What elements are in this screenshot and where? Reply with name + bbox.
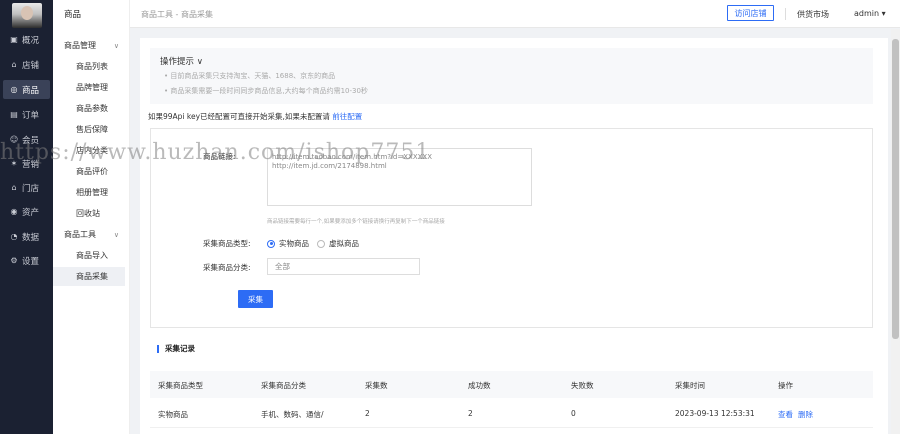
col-category: 采集商品分类 xyxy=(261,381,306,390)
go-config-link[interactable]: 前往配置 xyxy=(332,112,362,121)
rail-item-label: 设置 xyxy=(22,256,40,267)
page-scrollbar[interactable] xyxy=(891,29,900,434)
sidebar-item-params[interactable]: 商品参数 xyxy=(53,99,125,118)
chevron-down-icon: ∨ xyxy=(113,41,119,50)
rail-item-label: 概况 xyxy=(22,35,40,46)
sidebar-item-album[interactable]: 相册管理 xyxy=(53,183,125,202)
store-icon: ⌂ xyxy=(11,60,17,69)
data-icon: ◔ xyxy=(10,232,18,241)
sidebar-group-goods-tools[interactable]: 商品工具 ∨ xyxy=(53,225,125,244)
radio-physical[interactable]: 实物商品 xyxy=(267,238,309,249)
sidebar-group-goods-manage[interactable]: 商品管理 ∨ xyxy=(53,36,125,55)
api-key-note-text: 如果99Api key已经配置可直接开始采集,如果未配置请 xyxy=(148,112,333,121)
settings-icon: ⚙ xyxy=(10,256,18,265)
rail-item-goods[interactable]: ◎ 商品 xyxy=(3,80,50,99)
rail-item-data[interactable]: ◔ 数据 xyxy=(3,227,50,246)
outlet-icon: ⌂ xyxy=(11,183,17,192)
sub-sidebar: 商品 商品管理 ∨ 商品列表 品牌管理 商品参数 售后保障 店内分类 商品评价 相… xyxy=(53,0,130,434)
delete-link[interactable]: 删除 xyxy=(798,410,813,419)
cell-success: 2 xyxy=(468,409,473,418)
col-time: 采集时间 xyxy=(675,381,705,390)
tips-toggle[interactable]: 操作提示 ∨ xyxy=(160,55,203,67)
records-title: 采集记录 xyxy=(157,345,195,353)
type-radio-group: 实物商品 虚拟商品 xyxy=(267,238,367,249)
sidebar-item-import[interactable]: 商品导入 xyxy=(53,246,125,265)
tip-line: • 商品采集需要一段时间同步商品信息,大约每个商品约需10-30秒 xyxy=(164,87,368,95)
rail-item-label: 数据 xyxy=(22,232,40,243)
order-icon: ▤ xyxy=(10,110,18,119)
category-select[interactable]: 全部 xyxy=(267,258,420,275)
main-nav-rail: ▣ 概况 ⌂ 店铺 ◎ 商品 ▤ 订单 ☺ 会员 ✶ 营销 ⌂ 门店 ◉ 资产 ◔ 数据 ⚙ 设置 xyxy=(0,0,53,434)
rail-item-label: 资产 xyxy=(22,207,40,218)
table-row: 实物商品 手机、数码、通信/ 2 2 0 2023-09-13 12:53:31… xyxy=(150,398,873,428)
rail-item-label: 门店 xyxy=(22,183,40,194)
watermark: https://www.huzhan.com/ishop7751 xyxy=(0,140,431,165)
rail-item-settings[interactable]: ⚙ 设置 xyxy=(3,251,50,270)
sidebar-group-label: 商品管理 xyxy=(64,41,96,50)
sidebar-item-brand[interactable]: 品牌管理 xyxy=(53,78,125,97)
content-card: 操作提示 ∨ • 目前商品采集只支持淘宝、天猫、1688、京东的商品 • 商品采… xyxy=(140,38,888,434)
sidebar-item-recycle[interactable]: 回收站 xyxy=(53,204,125,223)
chevron-down-icon: ∨ xyxy=(113,230,119,239)
dashboard-icon: ▣ xyxy=(10,35,18,44)
rail-item-order[interactable]: ▤ 订单 xyxy=(3,105,50,124)
sidebar-item-collect[interactable]: 商品采集 xyxy=(53,267,125,286)
rail-item-dashboard[interactable]: ▣ 概况 xyxy=(3,30,50,49)
sidebar-group-label: 商品工具 xyxy=(64,230,96,239)
rail-item-label: 商品 xyxy=(22,85,40,96)
col-total: 采集数 xyxy=(365,381,388,390)
cell-total: 2 xyxy=(365,409,370,418)
sidebar-title: 商品 xyxy=(64,10,82,20)
visit-store-button[interactable]: 访问店铺 xyxy=(727,5,774,21)
radio-label: 虚拟商品 xyxy=(329,239,359,248)
asset-icon: ◉ xyxy=(10,207,18,216)
divider xyxy=(785,8,786,20)
col-actions: 操作 xyxy=(778,381,793,390)
cell-type: 实物商品 xyxy=(158,410,188,419)
rail-item-store[interactable]: ⌂ 店铺 xyxy=(3,55,50,74)
scrollbar-thumb[interactable] xyxy=(892,39,899,339)
rail-item-asset[interactable]: ◉ 资产 xyxy=(3,202,50,221)
category-label: 采集商品分类: xyxy=(203,263,251,272)
view-link[interactable]: 查看 xyxy=(778,410,793,419)
sidebar-item-goods-list[interactable]: 商品列表 xyxy=(53,57,125,76)
col-type: 采集商品类型 xyxy=(158,381,203,390)
url-hint: 商品链接需要每行一个,如果要添加多个链接请换行再复制下一个商品链接 xyxy=(267,219,445,225)
rail-item-outlet[interactable]: ⌂ 门店 xyxy=(3,178,50,197)
radio-label: 实物商品 xyxy=(279,239,309,248)
user-menu[interactable]: admin ▾ xyxy=(854,9,886,18)
col-success: 成功数 xyxy=(468,381,491,390)
cell-category: 手机、数码、通信/ xyxy=(261,410,324,419)
radio-unchecked-icon xyxy=(317,239,325,248)
rail-item-label: 订单 xyxy=(22,110,40,121)
records-table-header: 采集商品类型 采集商品分类 采集数 成功数 失败数 采集时间 操作 xyxy=(150,371,873,398)
api-key-note: 如果99Api key已经配置可直接开始采集,如果未配置请 前往配置 xyxy=(148,111,362,122)
breadcrumb: 商品工具 - 商品采集 xyxy=(141,10,213,19)
operation-tips: 操作提示 ∨ • 目前商品采集只支持淘宝、天猫、1688、京东的商品 • 商品采… xyxy=(150,48,873,104)
goods-icon: ◎ xyxy=(10,85,18,94)
rail-item-label: 店铺 xyxy=(22,60,40,71)
top-header: 商品工具 - 商品采集 访问店铺 供货市场 admin ▾ xyxy=(130,0,900,28)
avatar[interactable] xyxy=(12,3,42,28)
cell-time: 2023-09-13 12:53:31 xyxy=(675,409,755,418)
radio-checked-icon xyxy=(267,239,275,248)
radio-virtual[interactable]: 虚拟商品 xyxy=(317,238,359,249)
col-failed: 失败数 xyxy=(571,381,594,390)
tip-line: • 目前商品采集只支持淘宝、天猫、1688、京东的商品 xyxy=(164,72,336,80)
type-label: 采集商品类型: xyxy=(203,239,251,248)
supplier-market-link[interactable]: 供货市场 xyxy=(797,9,829,20)
cell-actions: 查看 删除 xyxy=(778,409,818,420)
collect-button[interactable]: 采集 xyxy=(238,290,273,308)
sidebar-item-aftersale[interactable]: 售后保障 xyxy=(53,120,125,139)
cell-failed: 0 xyxy=(571,409,576,418)
